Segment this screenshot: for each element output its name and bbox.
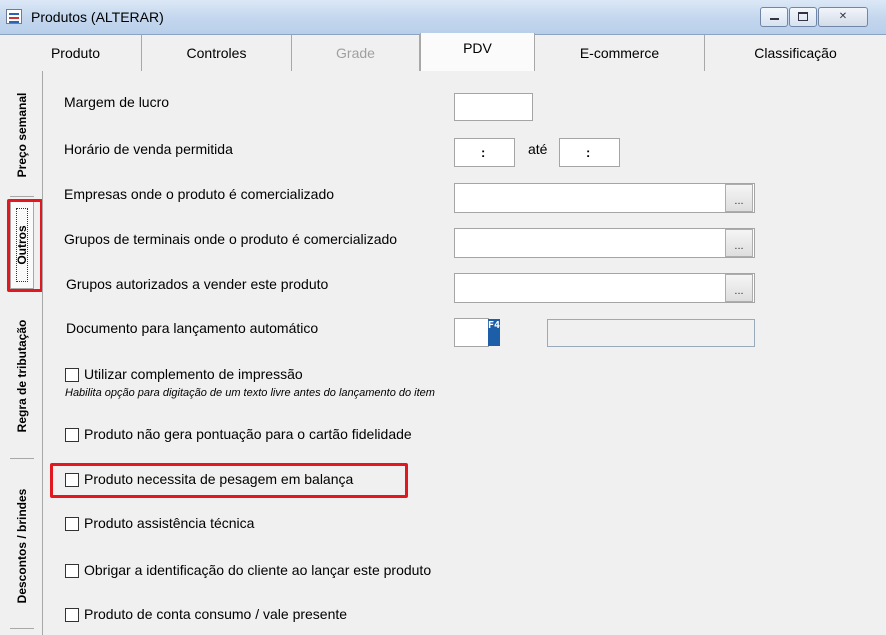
assistencia-tecnica-label[interactable]: Produto assistência técnica (84, 515, 254, 531)
tab-label: E-commerce (579, 45, 660, 61)
side-tab-preco-semanal[interactable]: Preço semanal (10, 73, 34, 197)
horario-label: Horário de venda permitida (64, 141, 233, 157)
maximize-button[interactable] (789, 7, 817, 27)
pesagem-balanca-checkbox[interactable] (65, 473, 79, 487)
time-separator: : (481, 145, 486, 160)
empresas-lookup-button[interactable]: ... (725, 184, 753, 212)
produtos-window: Produtos (ALTERAR) ✕ Produto Controles G… (0, 0, 886, 635)
tab-label: Grade (336, 45, 375, 61)
empresas-label: Empresas onde o produto é comercializado (64, 186, 335, 202)
tab-e-commerce[interactable]: E-commerce (535, 35, 705, 71)
title-bar[interactable]: Produtos (ALTERAR) ✕ (0, 0, 886, 35)
tab-label: Produto (50, 45, 101, 61)
time-separator: : (586, 145, 591, 160)
application-icon (6, 9, 22, 24)
pesagem-balanca-label[interactable]: Produto necessita de pesagem em balança (84, 471, 353, 487)
grupos-terminais-field[interactable] (454, 228, 755, 258)
margem-lucro-label: Margem de lucro (64, 94, 170, 110)
grupos-autorizados-field[interactable] (454, 273, 755, 303)
conta-consumo-checkbox[interactable] (65, 608, 79, 622)
tab-controles[interactable]: Controles (142, 35, 292, 71)
f4-key-icon[interactable]: F4 (488, 319, 500, 346)
maximize-icon (798, 11, 808, 21)
pontuacao-fidelidade-label[interactable]: Produto não gera pontuação para o cartão… (84, 426, 412, 442)
complemento-impressao-hint: Habilita opção para digitação de um text… (65, 387, 435, 399)
conta-consumo-label[interactable]: Produto de conta consumo / vale presente (84, 606, 347, 622)
tab-produto[interactable]: Produto (10, 35, 142, 71)
grupos-autorizados-lookup-button[interactable]: ... (725, 274, 753, 302)
documento-code-input[interactable] (454, 318, 489, 347)
tab-grade[interactable]: Grade (292, 35, 420, 71)
tab-pdv[interactable]: PDV (420, 33, 535, 71)
grupos-terminais-lookup-button[interactable]: ... (725, 229, 753, 257)
side-tab-label: Preço semanal (15, 92, 29, 177)
tab-label: Classificação (754, 45, 837, 61)
minimize-button[interactable] (760, 7, 788, 27)
ate-label: até (528, 141, 548, 157)
documento-description-field (547, 319, 755, 347)
tab-label: PDV (463, 40, 492, 56)
grupos-autorizados-label: Grupos autorizados a vender este produto (66, 276, 329, 292)
margem-lucro-input[interactable] (454, 93, 533, 121)
side-tab-regra-tributacao[interactable]: Regra de tributação (10, 293, 34, 459)
complemento-impressao-checkbox[interactable] (65, 368, 79, 382)
side-tab-strip: Preço semanal Outros Regra de tributação… (0, 71, 42, 635)
horario-inicio-input[interactable]: : (454, 138, 515, 167)
side-tab-outros[interactable]: Outros (10, 201, 34, 289)
pontuacao-fidelidade-checkbox[interactable] (65, 428, 79, 442)
f4-label: F4 (488, 320, 501, 331)
identificacao-cliente-checkbox[interactable] (65, 564, 79, 578)
main-tab-strip: Produto Controles Grade PDV E-commerce C… (0, 33, 886, 71)
side-tab-label: Descontos / brindes (15, 488, 29, 603)
window-title: Produtos (ALTERAR) (31, 9, 164, 25)
side-tab-label: Outros (15, 225, 29, 265)
horario-fim-input[interactable]: : (559, 138, 620, 167)
grupos-terminais-label: Grupos de terminais onde o produto é com… (64, 231, 398, 247)
tab-classificacao[interactable]: Classificação (705, 35, 886, 71)
documento-label: Documento para lançamento automático (66, 320, 319, 336)
side-tab-descontos-brindes[interactable]: Descontos / brindes (10, 463, 34, 629)
tab-label: Controles (186, 45, 247, 61)
identificacao-cliente-label[interactable]: Obrigar a identificação do cliente ao la… (84, 562, 431, 578)
minimize-icon (769, 18, 779, 20)
close-icon: ✕ (838, 11, 848, 22)
close-button[interactable]: ✕ (818, 7, 868, 27)
empresas-field[interactable] (454, 183, 755, 213)
side-tab-label: Regra de tributação (15, 319, 29, 432)
complemento-impressao-label[interactable]: Utilizar complemento de impressão (84, 366, 303, 382)
assistencia-tecnica-checkbox[interactable] (65, 517, 79, 531)
